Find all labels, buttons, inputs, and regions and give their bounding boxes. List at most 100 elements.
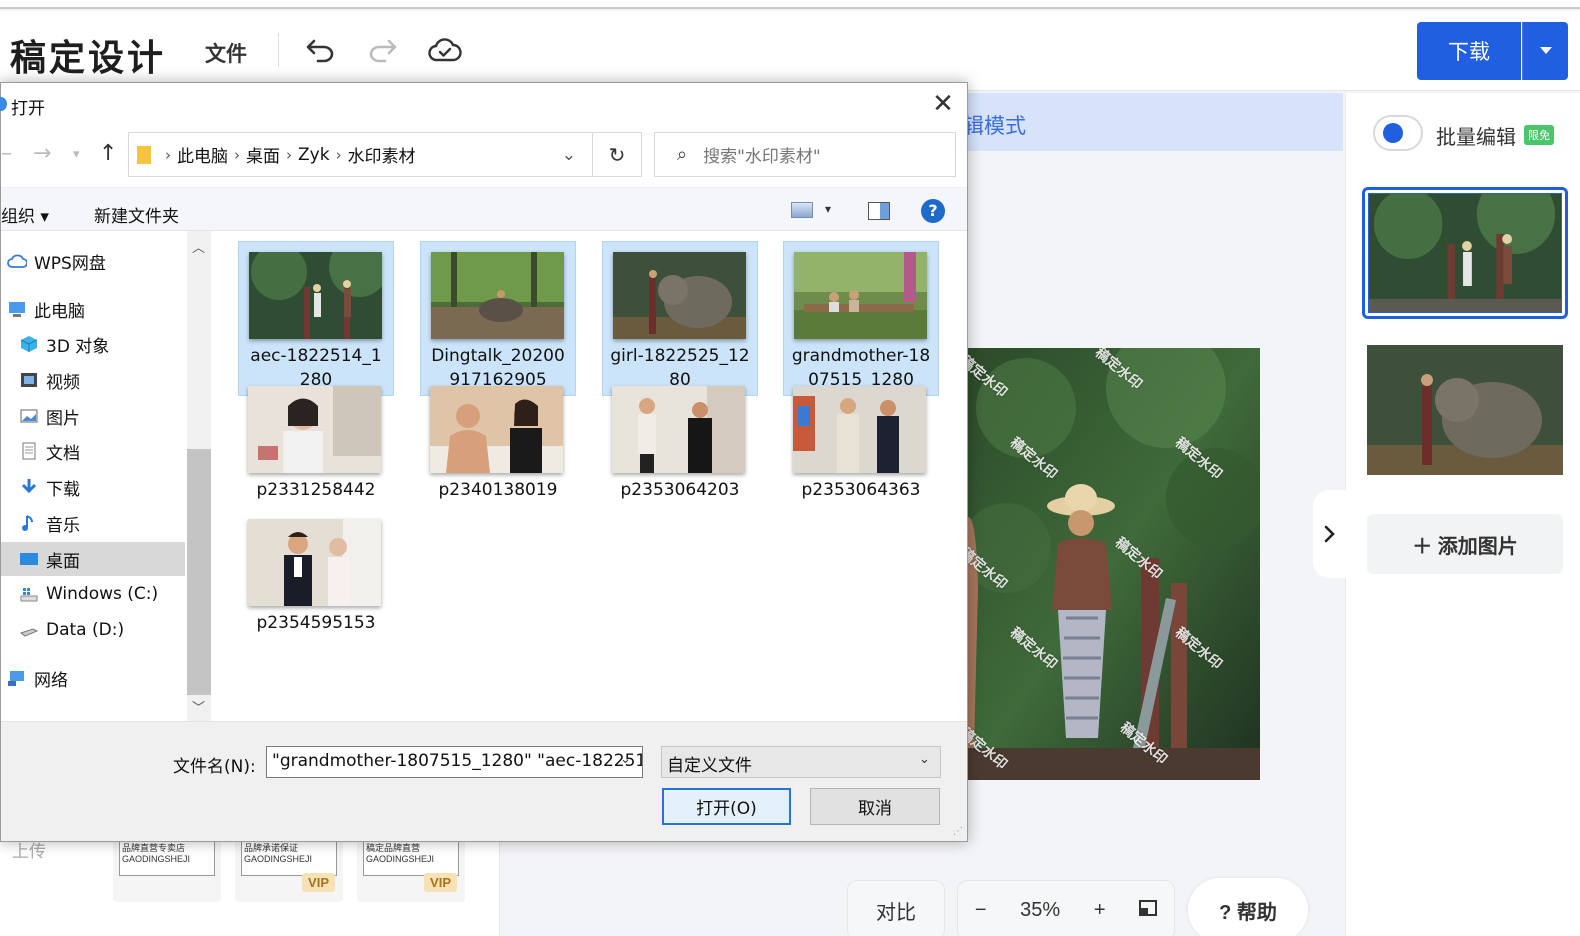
forward-arrow-icon[interactable]: →: [33, 141, 51, 166]
view-dropdown-icon[interactable]: ▾: [825, 202, 831, 216]
canvas-photo-art: [966, 348, 1260, 780]
filetype-dropdown-icon[interactable]: ⌄: [919, 752, 930, 767]
nav-scroll-thumb[interactable]: [187, 449, 211, 695]
cancel-button[interactable]: 取消: [810, 788, 940, 825]
file-name: p2354595153: [256, 613, 376, 633]
scroll-down-icon[interactable]: ﹀: [192, 697, 205, 716]
zoom-in-button[interactable]: +: [1094, 899, 1106, 922]
file-list: aec-1822514_1280 Dingtalk_20200917162905…: [215, 231, 967, 721]
close-icon[interactable]: ✕: [931, 91, 955, 117]
image-thumbnail-selected[interactable]: [1362, 174, 1568, 319]
navigation-pane: WPS网盘 此电脑 3D 对象 视频 图片 文档 下载 音乐 桌面 Window…: [1, 231, 187, 721]
window-top-edge: [0, 0, 1580, 9]
nav-item-desktop[interactable]: 桌面: [1, 542, 185, 576]
file-item[interactable]: girl-1822525_1280: [602, 241, 758, 396]
panel-collapse-tab[interactable]: [1313, 490, 1347, 578]
watermark-template[interactable]: 稿定品牌直营 GAODINGSHEJI VIP: [357, 838, 465, 902]
new-folder-button[interactable]: 新建文件夹: [94, 202, 179, 227]
nav-item-label: 视频: [46, 372, 80, 393]
help-icon[interactable]: ?: [921, 199, 945, 223]
back-arrow-icon[interactable]: –: [1, 141, 12, 166]
help-button[interactable]: ? 帮助: [1188, 878, 1308, 936]
nav-item-network[interactable]: 网络: [7, 661, 191, 695]
canvas-image[interactable]: 稿定水印 稿定水印 稿定水印 稿定水印 稿定水印 稿定水印 稿定水印 稿定水印 …: [966, 348, 1260, 780]
command-bar: 组织 ▾ 新建文件夹 ▾ ?: [1, 187, 967, 231]
undo-icon[interactable]: [304, 33, 338, 67]
thumbnail-photo: [1367, 345, 1563, 475]
address-dropdown-icon[interactable]: ⌄: [562, 145, 576, 165]
resize-grip-icon[interactable]: ⋰: [953, 826, 963, 837]
file-item[interactable]: p2340138019: [420, 376, 576, 531]
watermark-template[interactable]: 品牌直营专卖店 GAODINGSHEJI: [113, 838, 221, 902]
refresh-icon[interactable]: ↻: [593, 132, 642, 177]
image-thumbnail[interactable]: [1367, 345, 1563, 475]
zoom-level: 35%: [1020, 898, 1061, 921]
file-item[interactable]: p2353064203: [602, 376, 758, 531]
dialog-footer: 文件名(N): "grandmother-1807515_1280" "aec-…: [1, 721, 967, 841]
recent-locations-icon[interactable]: ▾: [73, 147, 80, 162]
organize-menu[interactable]: 组织 ▾: [1, 202, 49, 227]
music-icon: [22, 515, 33, 531]
search-input[interactable]: ⌕ 搜索"水印素材": [654, 132, 956, 177]
nav-item-drive-c[interactable]: Windows (C:): [19, 577, 203, 611]
file-item[interactable]: grandmother-1807515_1280: [783, 241, 939, 396]
file-item[interactable]: p2331258442: [238, 376, 394, 531]
compare-button[interactable]: 对比: [847, 880, 945, 936]
nav-item-music[interactable]: 音乐: [19, 506, 203, 540]
free-badge: 限免: [1524, 125, 1554, 145]
filetype-select[interactable]: 自定义文件: [661, 746, 941, 778]
download-button[interactable]: 下载: [1417, 22, 1521, 80]
watermark-template[interactable]: 品牌承诺保证 GAODINGSHEJI VIP: [235, 838, 343, 902]
address-bar[interactable]: › 此电脑 › 桌面 › Zyk › 水印素材 ⌄: [128, 132, 593, 177]
file-thumbnail: [793, 386, 926, 473]
brand-logo: 稿定设计: [10, 38, 167, 79]
thumbnail-photo: [1368, 174, 1562, 313]
nav-item-downloads[interactable]: 下载: [19, 470, 203, 504]
caret-down-icon: [1539, 47, 1552, 54]
breadcrumb-item[interactable]: 此电脑: [177, 142, 228, 167]
file-thumbnail: [431, 252, 564, 339]
computer-icon: [9, 302, 25, 317]
download-options-dropdown[interactable]: [1522, 22, 1568, 80]
nav-item-this-pc[interactable]: 此电脑: [7, 292, 191, 326]
nav-item-videos[interactable]: 视频: [19, 363, 203, 397]
nav-item-3d-objects[interactable]: 3D 对象: [19, 327, 203, 361]
preview-pane-icon[interactable]: [868, 202, 890, 220]
nav-item-documents[interactable]: 文档: [19, 434, 203, 468]
network-icon: [8, 671, 24, 686]
file-thumbnail: [249, 252, 382, 339]
pictures-icon: [20, 409, 38, 423]
template-preview: 品牌承诺保证 GAODINGSHEJI: [241, 840, 337, 876]
zoom-out-button[interactable]: −: [975, 899, 987, 922]
scroll-up-icon[interactable]: ︿: [192, 237, 205, 256]
add-image-button[interactable]: ＋ 添加图片: [1367, 514, 1563, 574]
up-arrow-icon[interactable]: ↑: [99, 141, 117, 166]
nav-item-wps-cloud[interactable]: WPS网盘: [7, 244, 191, 278]
cloud-sync-icon[interactable]: [428, 33, 462, 67]
file-item[interactable]: p2353064363: [783, 376, 939, 531]
file-item[interactable]: Dingtalk_20200917162905: [420, 241, 576, 396]
filename-history-dropdown-icon[interactable]: ⌄: [620, 752, 631, 767]
nav-item-pictures[interactable]: 图片: [19, 399, 203, 433]
filename-label: 文件名(N):: [173, 757, 256, 777]
breadcrumb-item[interactable]: 桌面: [246, 142, 280, 167]
breadcrumb-item[interactable]: Zyk: [298, 145, 330, 165]
search-placeholder: 搜索"水印素材": [703, 147, 821, 167]
fit-screen-icon[interactable]: [1139, 899, 1158, 922]
folder-icon: [137, 145, 151, 164]
nav-item-label: 图片: [46, 408, 80, 429]
nav-item-drive-d[interactable]: Data (D:): [19, 613, 203, 647]
breadcrumb-item[interactable]: 水印素材: [348, 142, 416, 167]
app-header: 稿定设计 文件 下载: [0, 11, 1580, 91]
documents-icon: [22, 442, 36, 460]
file-item[interactable]: aec-1822514_1280: [238, 241, 394, 396]
file-item[interactable]: p2354595153: [238, 509, 394, 664]
view-options-icon[interactable]: [791, 202, 813, 218]
open-file-dialog: 打开 ✕ – → ▾ ↑ › 此电脑 › 桌面 › Zyk › 水印素材 ⌄ ↻…: [0, 82, 968, 842]
batch-edit-toggle[interactable]: [1373, 115, 1423, 151]
chevron-right-icon: [1324, 525, 1335, 543]
file-menu[interactable]: 文件: [205, 38, 247, 68]
filename-input[interactable]: "grandmother-1807515_1280" "aec-1822514_…: [266, 746, 643, 778]
redo-icon[interactable]: [365, 33, 399, 67]
open-button[interactable]: 打开(O): [662, 788, 791, 825]
